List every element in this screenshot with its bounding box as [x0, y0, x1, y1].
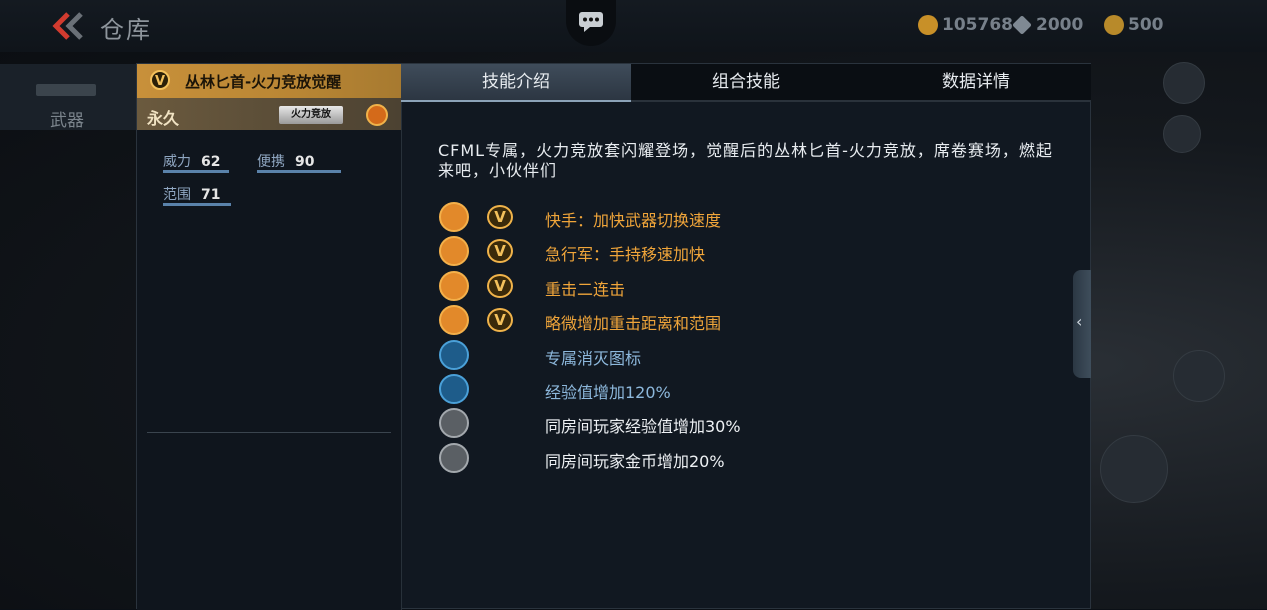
skill-row: V 急行军：手持移速加快 — [439, 236, 1039, 266]
top-bar: 仓库 105768 2000 500 — [0, 0, 1267, 52]
weapon-summary: V 丛林匕首-火力竞放觉醒 永久 火力竞放 威力 62 便携 90 范围 71 — [137, 64, 402, 610]
tab-bar: 技能介绍 组合技能 数据详情 — [401, 64, 1091, 102]
skin-series-icon — [366, 104, 388, 126]
diamond-value: 2000 — [1036, 15, 1084, 35]
skill-row: 专属消灭图标 — [439, 340, 1039, 370]
stat-label: 便携 — [257, 154, 285, 170]
skill-text: 重击二连击 — [545, 280, 626, 299]
exp-icon — [439, 374, 469, 404]
stat-bar — [257, 170, 341, 173]
rank-badge: V — [487, 308, 513, 332]
gold-icon — [1104, 15, 1124, 35]
stat-power: 威力 62 — [163, 151, 220, 171]
skill-text: 专属消灭图标 — [545, 349, 642, 368]
duration-label: 永久 — [147, 109, 180, 128]
skill-row: V 快手：加快武器切换速度 — [439, 202, 1039, 232]
skill-row: V 略微增加重击距离和范围 — [439, 305, 1039, 335]
range-icon — [439, 305, 469, 335]
weapon-header: V 丛林匕首-火力竞放觉醒 — [137, 64, 401, 98]
skill-text: 快手：加快武器切换速度 — [545, 211, 722, 230]
gold-balance: 500 — [1104, 14, 1164, 36]
coin-icon — [918, 15, 938, 35]
gold-value: 500 — [1128, 15, 1164, 35]
room-gold-icon — [439, 443, 469, 473]
skill-row: 同房间玩家经验值增加30% — [439, 408, 1039, 438]
stat-bar — [163, 170, 229, 173]
skill-row: 同房间玩家金币增加20% — [439, 443, 1039, 473]
stat-portability: 便携 90 — [257, 151, 314, 171]
skill-text: 略微增加重击距离和范围 — [545, 314, 722, 333]
rank-badge: V — [150, 70, 170, 90]
skill-text: 经验值增加120% — [545, 383, 671, 402]
rifle-icon — [36, 84, 96, 96]
skill-row: V 重击二连击 — [439, 271, 1039, 301]
kill-icon — [439, 340, 469, 370]
room-exp-icon — [439, 408, 469, 438]
settings-icon[interactable] — [1163, 62, 1205, 104]
skill-text: 同房间玩家金币增加20% — [545, 452, 725, 471]
tab-combo-skills[interactable]: 组合技能 — [631, 64, 861, 102]
skill-text: 急行军：手持移速加快 — [545, 245, 706, 264]
coin-value: 105768 — [942, 15, 1013, 35]
back-button[interactable] — [48, 10, 88, 42]
stat-value: 71 — [201, 187, 221, 203]
sidebar-item-label: 武器 — [50, 111, 84, 131]
stat-value: 90 — [295, 154, 315, 170]
duration-row: 永久 火力竞放 — [137, 98, 401, 130]
collapse-panel-handle[interactable]: ‹ — [1073, 270, 1091, 378]
chat-button[interactable] — [566, 0, 616, 46]
double-strike-icon — [439, 271, 469, 301]
chat-icon — [579, 12, 603, 32]
skill-row: 经验值增加120% — [439, 374, 1039, 404]
rank-badge: V — [487, 205, 513, 229]
tab-data-details[interactable]: 数据详情 — [861, 64, 1091, 102]
rank-badge: V — [487, 239, 513, 263]
sprint-icon — [439, 236, 469, 266]
double-chevron-left-icon — [52, 12, 83, 40]
weapon-detail-panel: V 丛林匕首-火力竞放觉醒 永久 火力竞放 威力 62 便携 90 范围 71 技能介… — [136, 63, 1091, 610]
diamond-balance: 2000 — [1012, 14, 1083, 36]
skin-tag: 火力竞放 — [279, 106, 343, 124]
stat-label: 范围 — [163, 187, 191, 203]
skill-icon[interactable] — [1173, 350, 1225, 402]
coin-balance: 105768 — [918, 14, 1013, 36]
tab-skill-intro[interactable]: 技能介绍 — [401, 64, 631, 102]
stat-range: 范围 71 — [163, 184, 220, 204]
page-title: 仓库 — [100, 16, 152, 44]
stat-label: 威力 — [163, 154, 191, 170]
divider — [147, 432, 391, 433]
knife-icon[interactable] — [1100, 435, 1168, 503]
quick-swap-icon — [439, 202, 469, 232]
player-mode-icon[interactable] — [1163, 115, 1201, 153]
skill-text: 同房间玩家经验值增加30% — [545, 417, 741, 436]
stat-bar — [163, 203, 231, 206]
weapon-description: CFML专属，火力竞放套闪耀登场，觉醒后的丛林匕首-火力竞放，席卷赛场，燃起来吧… — [438, 141, 1053, 180]
stat-value: 62 — [201, 154, 221, 170]
rank-badge: V — [487, 274, 513, 298]
weapon-name: 丛林匕首-火力竞放觉醒 — [185, 73, 342, 91]
diamond-icon — [1012, 15, 1032, 35]
chevron-left-icon: ‹ — [1076, 312, 1083, 331]
